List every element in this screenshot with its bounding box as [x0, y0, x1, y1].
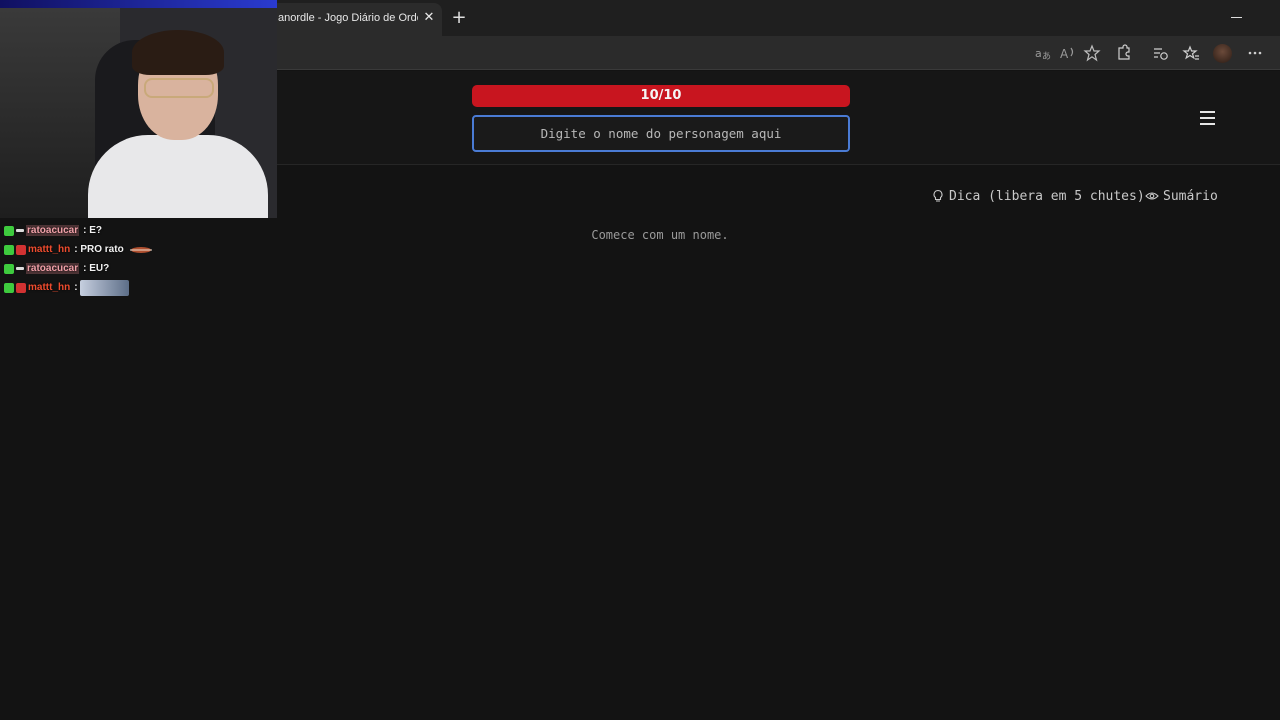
eye-icon: [1145, 192, 1159, 200]
summary-button[interactable]: Sumário: [1145, 186, 1218, 206]
browser-essentials-icon[interactable]: [1151, 44, 1169, 62]
chat-message: mattt_hn :: [4, 278, 274, 297]
profile-avatar[interactable]: [1213, 44, 1232, 63]
sword-badge-icon: [16, 229, 24, 232]
chat-message: ratoacucar : EU?: [4, 259, 274, 278]
chat-message: mattt_hn : PRO rato: [4, 240, 274, 259]
sword-badge-icon: [16, 267, 24, 270]
chat-username: mattt_hn: [28, 282, 71, 293]
chat-message: ratoacucar : E?: [4, 221, 274, 240]
hint-button[interactable]: Dica (libera em 5 chutes): [931, 186, 1145, 206]
tab-close-icon[interactable]: ✕: [420, 9, 438, 27]
emote-icon: [129, 246, 152, 253]
new-tab-button[interactable]: +: [448, 7, 470, 29]
chat-text: PRO rato: [80, 244, 124, 255]
svg-text:A: A: [1060, 47, 1069, 61]
streamer-hair: [132, 30, 224, 75]
extensions-icon[interactable]: [1115, 44, 1133, 62]
favorites-icon[interactable]: [1182, 44, 1200, 62]
chat-text: EU?: [89, 263, 110, 274]
webcam-overlay: [0, 0, 277, 218]
heart-badge-icon: [16, 282, 26, 293]
hamburger-menu-icon[interactable]: [1198, 109, 1218, 127]
translate-icon[interactable]: aあ: [1034, 44, 1052, 62]
streamer-glasses: [144, 78, 214, 98]
check-badge-icon: [4, 244, 14, 255]
browser-tab[interactable]: anordle - Jogo Diário de Ordem ✕: [268, 3, 442, 36]
webcam-top-strip: [0, 0, 277, 8]
start-message: Comece com um nome.: [591, 228, 729, 242]
chat-username: ratoacucar: [26, 225, 80, 236]
image-emote-icon: [80, 279, 130, 296]
minimize-window-button[interactable]: [1226, 7, 1248, 29]
hint-label: Dica (libera em 5 chutes): [949, 188, 1145, 204]
summary-label: Sumário: [1163, 188, 1218, 204]
heart-badge-icon: [16, 244, 26, 255]
check-badge-icon: [4, 282, 14, 293]
streamer-shirt: [88, 135, 268, 218]
svg-text:a: a: [1035, 47, 1042, 60]
chat-text: E?: [89, 225, 103, 236]
chat-username: mattt_hn: [28, 244, 71, 255]
character-search-input[interactable]: [472, 115, 850, 152]
screen: anordle - Jogo Diário de Ordem ✕ + aあ A: [0, 0, 1280, 720]
more-options-icon[interactable]: [1246, 44, 1264, 62]
svg-text:あ: あ: [1042, 51, 1051, 62]
favorite-star-icon[interactable]: [1083, 44, 1101, 62]
check-badge-icon: [4, 225, 14, 236]
stream-chat: ratoacucar : E? mattt_hn : PRO rato rato…: [4, 221, 274, 297]
read-aloud-icon[interactable]: A: [1059, 44, 1077, 62]
attempts-counter: 10/10: [472, 85, 850, 107]
tab-title: anordle - Jogo Diário de Ordem: [278, 12, 418, 24]
chat-username: ratoacucar: [26, 263, 80, 274]
lightbulb-icon: [933, 189, 943, 202]
check-badge-icon: [4, 263, 14, 274]
